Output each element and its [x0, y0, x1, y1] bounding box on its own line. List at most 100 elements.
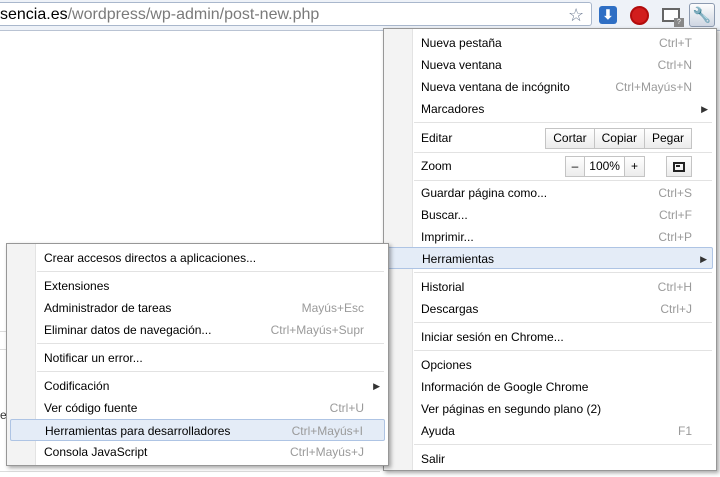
- menu-item-tools[interactable]: Herramientas ▶: [387, 247, 713, 269]
- menu-item-shortcut: Ctrl+Mayús+Supr: [270, 323, 364, 337]
- menu-item-find[interactable]: Buscar... Ctrl+F: [384, 204, 716, 226]
- menu-item-about[interactable]: Información de Google Chrome: [384, 376, 716, 398]
- menu-item-label: Nueva ventana: [421, 58, 502, 72]
- menu-item-js-console[interactable]: Consola JavaScript Ctrl+Mayús+J: [7, 441, 388, 463]
- menu-item-background-pages[interactable]: Ver páginas en segundo plano (2): [384, 398, 716, 420]
- zoom-out-button[interactable]: –: [566, 157, 585, 176]
- menu-item-label: Marcadores: [421, 102, 485, 116]
- url-path: /wordpress/wp-admin/post-new.php: [67, 6, 320, 23]
- menu-item-shortcut: Ctrl+S: [658, 186, 692, 200]
- zoom-controls: – 100% +: [564, 156, 645, 177]
- menu-item-shortcut: Ctrl+P: [658, 230, 692, 244]
- address-bar[interactable]: sencia.es/wordpress/wp-admin/post-new.ph…: [0, 2, 592, 26]
- menu-item-label: Descargas: [421, 302, 479, 316]
- menu-item-label: Codificación: [44, 379, 110, 393]
- copy-button[interactable]: Copiar: [593, 129, 644, 148]
- adblock-extension-button[interactable]: [628, 4, 650, 26]
- menu-item-encoding[interactable]: Codificación ▶: [7, 375, 388, 397]
- menu-item-clear-data[interactable]: Eliminar datos de navegación... Ctrl+May…: [7, 319, 388, 341]
- menu-item-downloads[interactable]: Descargas Ctrl+J: [384, 298, 716, 320]
- menu-item-label: Eliminar datos de navegación...: [44, 323, 212, 337]
- zoom-in-button[interactable]: +: [623, 157, 644, 176]
- menu-item-shortcut: F1: [677, 424, 692, 438]
- menu-item-dev-tools[interactable]: Herramientas para desarrolladores Ctrl+M…: [10, 419, 385, 441]
- zoom-level: 100%: [584, 157, 624, 176]
- menu-item-shortcut: Ctrl+Mayús+I: [291, 424, 363, 438]
- paste-button[interactable]: Pegar: [643, 129, 691, 148]
- menu-item-help[interactable]: Ayuda F1: [384, 420, 716, 442]
- menu-item-label: Salir: [421, 452, 446, 466]
- menu-item-label: Ayuda: [421, 424, 455, 438]
- menu-item-label: Imprimir...: [421, 230, 474, 244]
- submenu-arrow-icon: ▶: [701, 104, 708, 114]
- menu-separator: [37, 271, 384, 272]
- menu-item-options[interactable]: Opciones: [384, 354, 716, 376]
- fullscreen-button[interactable]: [666, 156, 692, 177]
- menu-item-label: Ver páginas en segundo plano (2): [421, 402, 602, 416]
- menu-item-shortcut: Ctrl+Mayús+N: [615, 80, 692, 94]
- menu-item-report-issue[interactable]: Notificar un error...: [7, 347, 388, 369]
- chrome-main-menu: Nueva pestaña Ctrl+T Nueva ventana Ctrl+…: [383, 28, 717, 471]
- menu-item-label: Historial: [421, 280, 465, 294]
- menu-separator: [414, 180, 712, 181]
- menu-item-shortcut: Ctrl+N: [657, 58, 692, 72]
- menu-item-edit: Editar Cortar Copiar Pegar: [384, 125, 716, 152]
- menu-item-shortcut: Mayús+Esc: [301, 301, 364, 315]
- menu-item-shortcut: Ctrl+J: [660, 302, 692, 316]
- menu-item-zoom: Zoom – 100% +: [384, 153, 716, 180]
- menu-item-print[interactable]: Imprimir... Ctrl+P: [384, 226, 716, 248]
- wrench-menu-button[interactable]: 🔧: [689, 3, 715, 27]
- submenu-arrow-icon: ▶: [700, 254, 707, 264]
- cut-button[interactable]: Cortar: [546, 129, 593, 148]
- tools-submenu: Crear accesos directos a aplicaciones...…: [6, 243, 389, 466]
- menu-item-new-window[interactable]: Nueva ventana Ctrl+N: [384, 54, 716, 76]
- menu-item-label: Guardar página como...: [421, 186, 548, 200]
- menu-item-label: Información de Google Chrome: [421, 380, 589, 394]
- bookmark-star-icon[interactable]: ☆: [568, 5, 584, 25]
- menu-separator: [414, 272, 712, 273]
- download-extension-button[interactable]: ⬇: [597, 4, 619, 26]
- menu-item-app-shortcuts[interactable]: Crear accesos directos a aplicaciones...: [7, 247, 388, 269]
- menu-item-bookmarks[interactable]: Marcadores ▶: [384, 98, 716, 120]
- menu-item-new-tab[interactable]: Nueva pestaña Ctrl+T: [384, 32, 716, 54]
- menu-item-history[interactable]: Historial Ctrl+H: [384, 276, 716, 298]
- wrench-icon: 🔧: [692, 7, 712, 24]
- menu-item-label: Herramientas: [422, 252, 495, 266]
- menu-item-incognito[interactable]: Nueva ventana de incógnito Ctrl+Mayús+N: [384, 76, 716, 98]
- menu-item-label: Opciones: [421, 358, 472, 372]
- menu-item-label: Consola JavaScript: [44, 445, 148, 459]
- edit-button-group: Cortar Copiar Pegar: [545, 128, 692, 149]
- menu-item-label: Crear accesos directos a aplicaciones...: [44, 251, 257, 265]
- fullscreen-icon: [673, 161, 685, 172]
- page-divider: [0, 471, 380, 472]
- menu-separator: [37, 371, 384, 372]
- menu-separator: [414, 122, 712, 123]
- menu-item-exit[interactable]: Salir: [384, 448, 716, 470]
- menu-item-shortcut: Ctrl+T: [659, 36, 692, 50]
- menu-item-save-page[interactable]: Guardar página como... Ctrl+S: [384, 182, 716, 204]
- menu-separator: [37, 343, 384, 344]
- menu-item-label: Zoom: [421, 159, 452, 173]
- menu-item-view-source[interactable]: Ver código fuente Ctrl+U: [7, 397, 388, 419]
- menu-separator: [414, 350, 712, 351]
- mail-unknown-badge: ?: [674, 18, 684, 27]
- menu-item-label: Buscar...: [421, 208, 468, 222]
- menu-item-sign-in[interactable]: Iniciar sesión en Chrome...: [384, 326, 716, 348]
- menu-item-extensions[interactable]: Extensiones: [7, 275, 388, 297]
- menu-item-label: Extensiones: [44, 279, 110, 293]
- menu-item-task-manager[interactable]: Administrador de tareas Mayús+Esc: [7, 297, 388, 319]
- mail-checker-extension-button[interactable]: ?: [660, 4, 684, 27]
- menu-item-label: Iniciar sesión en Chrome...: [421, 330, 564, 344]
- submenu-arrow-icon: ▶: [373, 381, 380, 391]
- browser-toolbar: sencia.es/wordpress/wp-admin/post-new.ph…: [0, 0, 720, 31]
- menu-item-shortcut: Ctrl+H: [657, 280, 692, 294]
- stop-sign-icon: [629, 5, 649, 25]
- url-text[interactable]: sencia.es/wordpress/wp-admin/post-new.ph…: [0, 5, 319, 25]
- menu-item-label: Herramientas para desarrolladores: [45, 424, 231, 438]
- menu-item-label: Notificar un error...: [44, 351, 143, 365]
- menu-item-shortcut: Ctrl+Mayús+J: [289, 445, 364, 459]
- download-arrow-icon: ⬇: [599, 6, 617, 24]
- menu-separator: [414, 322, 712, 323]
- menu-item-label: Editar: [421, 131, 453, 145]
- url-host: sencia.es: [0, 6, 68, 23]
